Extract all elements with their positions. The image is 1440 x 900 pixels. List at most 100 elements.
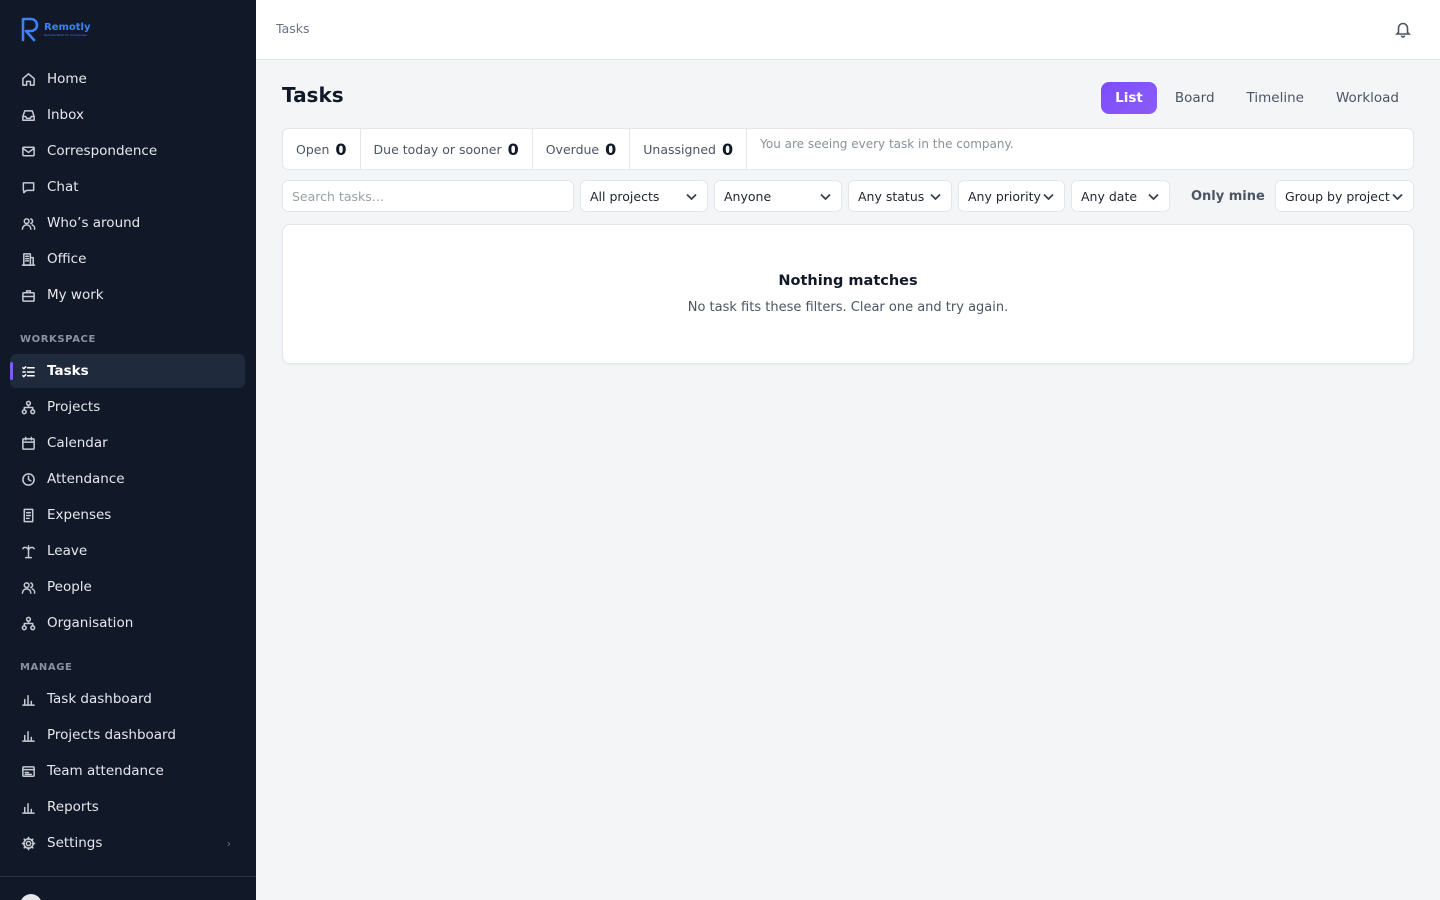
section-label-workspace: WORKSPACE: [20, 334, 96, 345]
stat-value: 0: [605, 139, 617, 159]
clock-icon: [20, 471, 37, 488]
sidebar-item-reports[interactable]: Reports: [10, 790, 245, 824]
sidebar-item-label: Projects: [47, 399, 101, 415]
hierarchy-icon: [20, 399, 37, 416]
stat-label: Overdue: [545, 141, 600, 157]
search-input[interactable]: [282, 180, 574, 212]
chevron-down-icon: [1042, 190, 1055, 203]
stats-note: You are seeing every task in the company…: [760, 137, 1014, 151]
tab-list[interactable]: List: [1101, 82, 1157, 114]
chevron-down-icon: [1147, 190, 1160, 203]
sidebar-item-correspondence[interactable]: Correspondence: [10, 134, 245, 168]
empty-state-subtitle: No task fits these filters. Clear one an…: [687, 300, 1009, 315]
brand-name: Remotly: [44, 21, 91, 33]
sidebar-item-label: Attendance: [47, 471, 125, 487]
sidebar-item-label: People: [47, 579, 92, 595]
sidebar-item-label: Calendar: [47, 435, 108, 451]
sidebar-item-label: Who’s around: [47, 215, 141, 231]
sidebar-item-label: Task dashboard: [47, 691, 152, 707]
users-icon: [20, 215, 37, 232]
brand-tagline: Remote Work for Companies: [44, 32, 87, 37]
sidebar-item-calendar[interactable]: Calendar: [10, 426, 245, 460]
sidebar-item-inbox[interactable]: Inbox: [10, 98, 245, 132]
sidebar-item-projects[interactable]: Projects: [10, 390, 245, 424]
stat-label: Open: [296, 141, 330, 157]
select-value: Group by project: [1285, 188, 1390, 204]
top-bar: Tasks: [256, 0, 1440, 60]
sidebar-item-people[interactable]: People: [10, 570, 245, 604]
select-value: Any status: [858, 188, 925, 204]
sidebar-item-expenses[interactable]: Expenses: [10, 498, 245, 532]
tab-board[interactable]: Board: [1161, 82, 1229, 114]
inbox-icon: [20, 107, 37, 124]
avatar[interactable]: [20, 894, 42, 900]
stat-value: 0: [507, 139, 519, 159]
project-filter-select[interactable]: All projects: [580, 180, 708, 212]
calendar-icon: [20, 435, 37, 452]
sidebar-item-office[interactable]: Office: [10, 242, 245, 276]
sidebar-item-chat[interactable]: Chat: [10, 170, 245, 204]
stat-label: Unassigned: [643, 141, 716, 157]
sidebar-item-task-dashboard[interactable]: Task dashboard: [10, 682, 245, 716]
sidebar-item-label: Correspondence: [47, 143, 158, 159]
org-chart-icon: [20, 615, 37, 632]
select-value: All projects: [590, 188, 660, 204]
sidebar-item-leave[interactable]: Leave: [10, 534, 245, 568]
section-label-manage: MANAGE: [20, 662, 73, 673]
sidebar-item-settings[interactable]: Settings ›: [10, 826, 245, 860]
sidebar-item-label: Team attendance: [47, 763, 164, 779]
date-filter-select[interactable]: Any date: [1071, 180, 1170, 212]
chevron-down-icon: [1391, 190, 1404, 203]
status-filter-select[interactable]: Any status: [848, 180, 952, 212]
task-stats-bar: Open 0 Due today or sooner 0 Overdue 0 U…: [282, 128, 1414, 170]
sidebar-item-label: Chat: [47, 179, 79, 195]
sidebar-item-organisation[interactable]: Organisation: [10, 606, 245, 640]
select-value: Any date: [1081, 188, 1138, 204]
bell-icon[interactable]: [1394, 20, 1414, 40]
filter-bar: All projects Anyone Any status Any prior…: [282, 180, 1414, 212]
sidebar-item-team-attendance[interactable]: Team attendance: [10, 754, 245, 788]
sidebar-item-label: Projects dashboard: [47, 727, 176, 743]
sidebar-item-tasks[interactable]: Tasks: [10, 354, 245, 388]
logo-icon: [21, 17, 39, 42]
sidebar-item-label: Office: [47, 251, 87, 267]
sidebar-item-attendance[interactable]: Attendance: [10, 462, 245, 496]
assignee-filter-select[interactable]: Anyone: [714, 180, 842, 212]
sidebar-item-whos-around[interactable]: Who’s around: [10, 206, 245, 240]
tab-timeline[interactable]: Timeline: [1233, 82, 1318, 114]
group-by-select[interactable]: Group by project: [1275, 180, 1414, 212]
gear-icon: [20, 835, 37, 852]
sidebar-item-label: Settings: [47, 835, 103, 851]
bar-chart-icon: [20, 799, 37, 816]
chat-icon: [20, 179, 37, 196]
brand-logo[interactable]: Remotly Remote Work for Companies: [20, 16, 91, 42]
palm-tree-icon: [20, 543, 37, 560]
sidebar-item-projects-dashboard[interactable]: Projects dashboard: [10, 718, 245, 752]
sidebar-item-home[interactable]: Home: [10, 62, 245, 96]
bar-chart-icon: [20, 727, 37, 744]
sidebar-item-label: Organisation: [47, 615, 134, 631]
stat-unassigned[interactable]: Unassigned 0: [630, 129, 748, 169]
bar-chart-icon: [20, 691, 37, 708]
empty-state-card: Nothing matches No task fits these filte…: [282, 224, 1414, 364]
only-mine-toggle[interactable]: Only mine: [1191, 180, 1265, 212]
tab-workload[interactable]: Workload: [1322, 82, 1413, 114]
people-icon: [20, 579, 37, 596]
tasks-icon: [20, 363, 37, 380]
view-tabs: List Board Timeline Workload: [1101, 82, 1413, 114]
sidebar-item-label: Expenses: [47, 507, 112, 523]
stat-open[interactable]: Open 0: [283, 129, 361, 169]
mail-icon: [20, 143, 37, 160]
sidebar-item-my-work[interactable]: My work: [10, 278, 245, 312]
sidebar-item-label: Home: [47, 71, 87, 87]
stat-overdue[interactable]: Overdue 0: [533, 129, 631, 169]
stat-due-today[interactable]: Due today or sooner 0: [361, 129, 533, 169]
select-value: Any priority: [968, 188, 1041, 204]
briefcase-icon: [20, 287, 37, 304]
priority-filter-select[interactable]: Any priority: [958, 180, 1065, 212]
sidebar-item-label: Inbox: [47, 107, 84, 123]
breadcrumb[interactable]: Tasks: [276, 21, 310, 36]
empty-state-title: Nothing matches: [778, 273, 918, 289]
page-title: Tasks: [282, 83, 344, 107]
sidebar-item-label: Reports: [47, 799, 99, 815]
